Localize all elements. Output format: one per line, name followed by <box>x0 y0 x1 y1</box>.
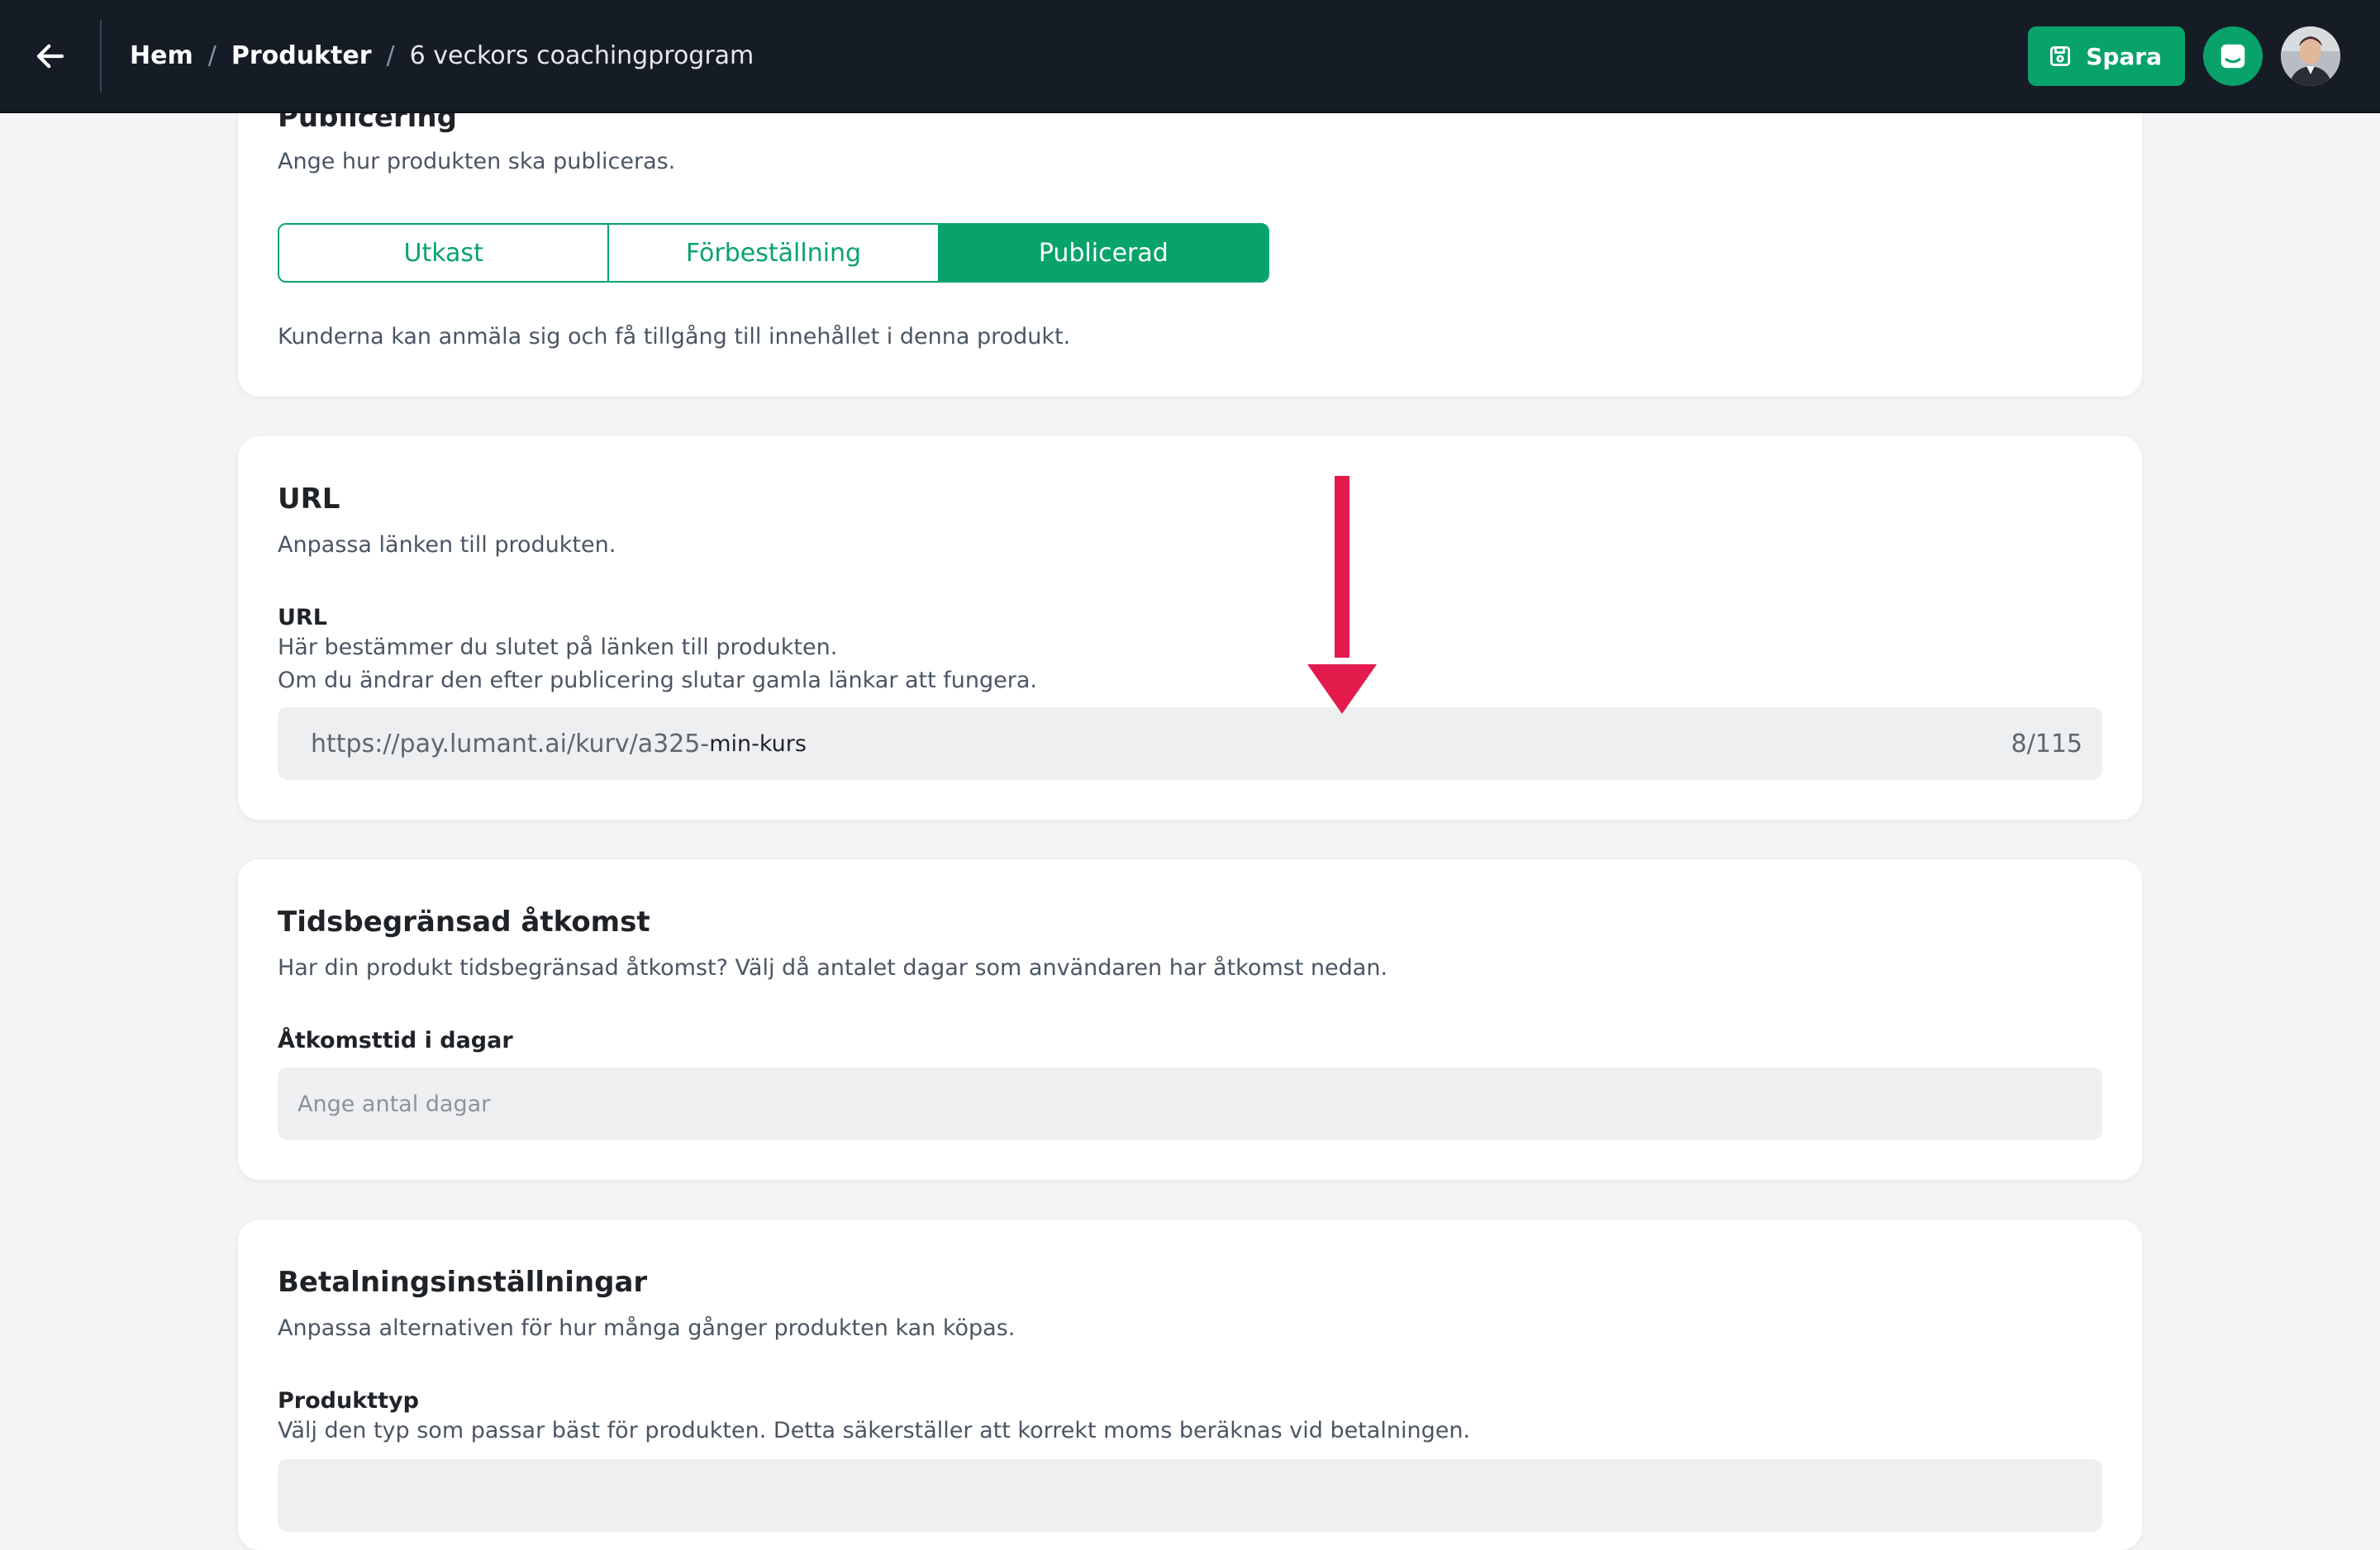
chat-button[interactable] <box>2203 26 2263 86</box>
url-section-description: Anpassa länken till produkten. <box>278 532 616 558</box>
breadcrumb-home[interactable]: Hem <box>130 41 193 70</box>
payment-card: Betalningsinställningar Anpassa alternat… <box>238 1220 2142 1550</box>
access-field-label: Åtkomsttid i dagar <box>278 1028 513 1053</box>
arrow-left-icon <box>36 44 64 68</box>
status-option-draft[interactable]: Utkast <box>279 225 610 281</box>
publishing-description: Ange hur produkten ska publiceras. <box>278 149 676 174</box>
url-input[interactable]: https://pay.lumant.ai/kurv/a325- min-kur… <box>278 707 2102 780</box>
top-navigation-bar: Hem / Produkter / 6 veckors coachingprog… <box>0 0 2380 113</box>
breadcrumb-current-product: 6 veckors coachingprogram <box>409 41 754 70</box>
status-option-preorder[interactable]: Förbeställning <box>609 225 940 281</box>
url-slug-value: min-kurs <box>709 730 807 757</box>
save-icon <box>2050 46 2071 66</box>
save-button[interactable]: Spara <box>2028 26 2185 86</box>
header-divider <box>100 19 102 93</box>
access-days-placeholder: Ange antal dagar <box>298 1091 491 1117</box>
user-avatar[interactable] <box>2281 26 2340 86</box>
product-type-help: Välj den typ som passar bäst för produkt… <box>278 1418 1471 1443</box>
breadcrumb-products[interactable]: Produkter <box>231 41 372 70</box>
url-prefix: https://pay.lumant.ai/kurv/a325- <box>311 729 710 758</box>
access-title: Tidsbegränsad åtkomst <box>278 906 650 939</box>
publishing-status-text: Kunderna kan anmäla sig och få tillgång … <box>278 324 1071 349</box>
breadcrumb-separator: / <box>207 41 217 70</box>
url-field-label: URL <box>278 605 327 630</box>
product-type-select[interactable] <box>278 1459 2102 1532</box>
product-type-label: Produkttyp <box>278 1388 419 1414</box>
url-field-help-1: Här bestämmer du slutet på länken till p… <box>278 635 838 660</box>
annotation-arrow-down-icon <box>1307 476 1377 714</box>
breadcrumb: Hem / Produkter / 6 veckors coachingprog… <box>130 41 754 70</box>
save-button-label: Spara <box>2086 42 2162 70</box>
header-actions: Spara <box>2028 26 2340 86</box>
publishing-status-selector: Utkast Förbeställning Publicerad <box>278 223 1269 283</box>
url-field-help-2: Om du ändrar den efter publicering sluta… <box>278 668 1038 693</box>
user-avatar-photo <box>2281 26 2340 86</box>
url-section-title: URL <box>278 483 340 516</box>
payment-title: Betalningsinställningar <box>278 1266 648 1299</box>
url-character-counter: 8/115 <box>2011 729 2082 758</box>
payment-description: Anpassa alternativen för hur många gånge… <box>278 1315 1016 1341</box>
breadcrumb-separator: / <box>386 41 395 70</box>
access-description: Har din produkt tidsbegränsad åtkomst? V… <box>278 955 1388 981</box>
access-card: Tidsbegränsad åtkomst Har din produkt ti… <box>238 859 2142 1180</box>
access-days-input[interactable]: Ange antal dagar <box>278 1067 2102 1140</box>
status-option-published[interactable]: Publicerad <box>939 225 1268 281</box>
back-button[interactable] <box>0 0 100 112</box>
chat-icon <box>2221 44 2245 69</box>
url-card: URL Anpassa länken till produkten. URL H… <box>238 436 2142 820</box>
